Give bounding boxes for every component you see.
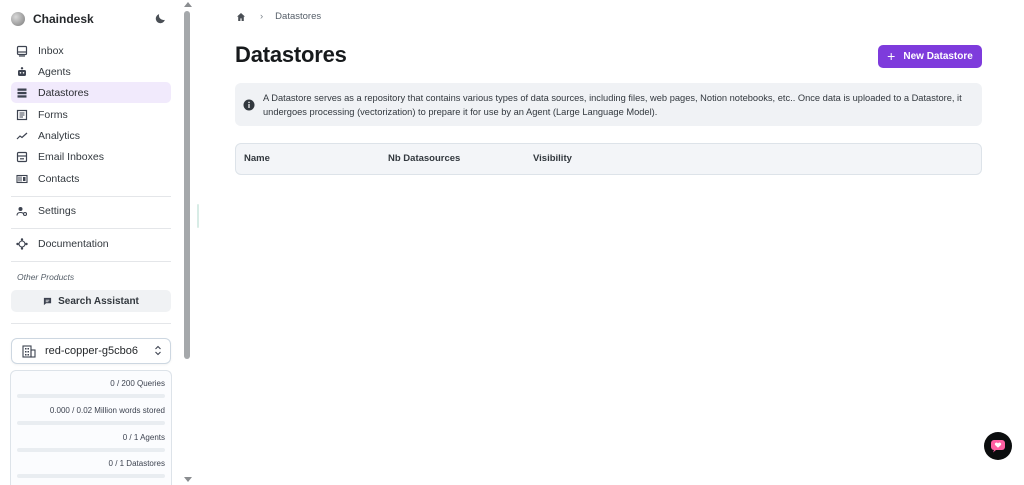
- sidebar-item-label: Analytics: [38, 129, 81, 142]
- usage-panel: 0 / 200 Queries 0.000 / 0.02 Million wor…: [10, 370, 172, 485]
- usage-datastores-bar: [17, 474, 165, 478]
- search-assistant-button[interactable]: Search Assistant: [11, 290, 171, 312]
- sidebar-divider: [11, 261, 171, 262]
- column-header-nb-datasources[interactable]: Nb Datasources: [388, 153, 460, 164]
- sidebar-item-label: Settings: [38, 204, 76, 217]
- scroll-up-arrow-icon[interactable]: [184, 2, 192, 7]
- page-title: Datastores: [235, 42, 347, 67]
- sidebar-item-label: Inbox: [38, 44, 64, 57]
- datastore-icon: [16, 87, 28, 99]
- chat-widget-button[interactable]: [984, 432, 1012, 460]
- sidebar-item-analytics[interactable]: Analytics: [11, 125, 171, 146]
- info-text: A Datastore serves as a repository that …: [263, 93, 962, 117]
- sidebar-scrollbar[interactable]: [182, 0, 194, 484]
- usage-queries-bar: [17, 394, 165, 398]
- building-icon: [22, 344, 36, 358]
- sidebar-item-label: Contacts: [38, 172, 80, 185]
- breadcrumb-current: Datastores: [275, 11, 322, 22]
- settings-icon: [16, 205, 28, 217]
- unfold-icon: [154, 345, 162, 356]
- organization-name: red-copper-g5cbo6: [45, 345, 138, 357]
- sidebar-divider: [11, 323, 171, 324]
- sidebar-item-agents[interactable]: Agents: [11, 61, 171, 82]
- dark-mode-toggle-icon[interactable]: [154, 12, 167, 25]
- usage-agents-bar: [17, 448, 165, 452]
- sidebar-item-label: Email Inboxes: [38, 150, 104, 163]
- sidebar-item-inbox[interactable]: Inbox: [11, 40, 171, 61]
- sidebar-item-contacts[interactable]: Contacts: [11, 168, 171, 189]
- usage-agents-label: 0 / 1 Agents: [122, 433, 165, 442]
- brand[interactable]: Chaindesk: [11, 9, 171, 29]
- sidebar-item-label: Forms: [38, 108, 68, 121]
- datastores-table: Name Nb Datasources Visibility: [235, 143, 982, 175]
- documentation-icon: [16, 237, 28, 250]
- home-icon[interactable]: [236, 12, 246, 22]
- inbox-icon: [16, 45, 28, 57]
- sidebar-item-documentation[interactable]: Documentation: [11, 233, 171, 254]
- sidebar-resize-handle[interactable]: [197, 204, 199, 228]
- other-products-label: Other Products: [17, 272, 75, 282]
- organization-select[interactable]: red-copper-g5cbo6: [11, 338, 171, 364]
- usage-words-label: 0.000 / 0.02 Million words stored: [49, 406, 165, 415]
- brand-name: Chaindesk: [33, 12, 94, 26]
- usage-queries-label: 0 / 200 Queries: [110, 379, 165, 388]
- sidebar-divider: [11, 228, 171, 229]
- usage-datastores-label: 0 / 1 Datastores: [108, 459, 165, 468]
- search-assistant-label: Search Assistant: [58, 295, 139, 307]
- sidebar-item-label: Datastores: [38, 86, 89, 99]
- sidebar-item-forms[interactable]: Forms: [11, 104, 171, 125]
- breadcrumb-separator-icon: ›: [260, 11, 264, 22]
- scrollbar-thumb[interactable]: [184, 11, 190, 359]
- agent-icon: [16, 66, 28, 78]
- heart-chat-icon: [990, 439, 1006, 453]
- column-header-visibility[interactable]: Visibility: [533, 153, 572, 164]
- email-inbox-icon: [16, 151, 28, 163]
- analytics-icon: [16, 130, 28, 142]
- info-alert: A Datastore serves as a repository that …: [235, 83, 982, 126]
- new-datastore-label: New Datastore: [903, 51, 973, 62]
- chat-bubble-icon: [43, 297, 52, 306]
- new-datastore-button[interactable]: + New Datastore: [878, 45, 982, 68]
- form-icon: [16, 109, 28, 121]
- sidebar: Chaindesk Inbox Agents Datastores Forms …: [0, 0, 182, 485]
- column-header-name[interactable]: Name: [244, 153, 270, 164]
- sidebar-divider: [11, 196, 171, 197]
- contacts-icon: [16, 173, 28, 185]
- info-icon: [243, 98, 255, 116]
- brand-logo: [11, 12, 25, 26]
- sidebar-item-email-inboxes[interactable]: Email Inboxes: [11, 146, 171, 167]
- usage-words-bar: [17, 421, 165, 425]
- sidebar-item-datastores[interactable]: Datastores: [11, 82, 171, 103]
- scroll-down-arrow-icon[interactable]: [184, 477, 192, 482]
- sidebar-item-label: Agents: [38, 65, 71, 78]
- plus-icon: +: [887, 47, 896, 64]
- breadcrumb: › Datastores: [236, 11, 321, 22]
- sidebar-item-settings[interactable]: Settings: [11, 200, 171, 221]
- sidebar-item-label: Documentation: [38, 237, 109, 250]
